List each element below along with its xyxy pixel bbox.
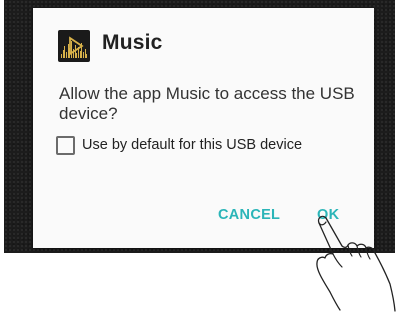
dialog-message: Allow the app Music to access the USB de… — [59, 84, 355, 123]
use-by-default-checkbox[interactable] — [56, 135, 75, 155]
default-checkbox-row[interactable]: Use by default for this USB device — [56, 134, 302, 156]
dialog-title: Music — [102, 31, 163, 54]
play-icon — [69, 36, 84, 56]
cancel-button[interactable]: CANCEL — [218, 207, 280, 223]
pointing-hand-icon — [316, 215, 396, 312]
checkbox-label: Use by default for this USB device — [82, 137, 303, 153]
music-app-icon — [58, 30, 90, 62]
